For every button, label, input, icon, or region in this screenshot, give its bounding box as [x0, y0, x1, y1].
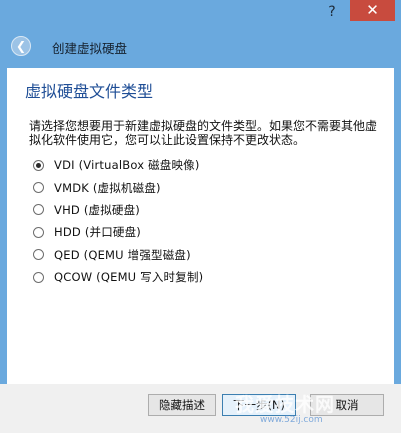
radio-button[interactable]: [33, 271, 44, 283]
option-qcow[interactable]: QCOW (QEMU 写入时复制): [33, 266, 203, 288]
option-vmdk[interactable]: VMDK (虚拟机磁盘): [33, 176, 203, 198]
button-bar: 隐藏描述 下一步(N) 取消: [0, 384, 401, 433]
radio-button[interactable]: [33, 249, 44, 261]
radio-button[interactable]: [33, 204, 44, 216]
option-label: VDI (VirtualBox 磁盘映像): [54, 158, 200, 173]
back-icon[interactable]: ❮: [11, 36, 31, 56]
page-description: 请选择您想要用于新建虚拟硬盘的文件类型。如果您不需要其他虚拟化软件使用它，您可以…: [29, 119, 378, 147]
option-hdd[interactable]: HDD (并口硬盘): [33, 221, 203, 243]
option-qed[interactable]: QED (QEMU 增强型磁盘): [33, 244, 203, 266]
next-button[interactable]: 下一步(N): [222, 394, 296, 416]
hide-description-button[interactable]: 隐藏描述: [148, 394, 216, 416]
content-panel: 虚拟硬盘文件类型 请选择您想要用于新建虚拟硬盘的文件类型。如果您不需要其他虚拟化…: [7, 68, 394, 384]
dialog-window: ? ✕ ❮ 创建虚拟硬盘 虚拟硬盘文件类型 请选择您想要用于新建虚拟硬盘的文件类…: [0, 0, 401, 433]
option-label: VHD (虚拟硬盘): [54, 202, 140, 217]
close-button[interactable]: ✕: [350, 0, 395, 21]
help-button[interactable]: ?: [319, 2, 345, 22]
cancel-button[interactable]: 取消: [310, 394, 384, 416]
option-label: QED (QEMU 增强型磁盘): [54, 247, 191, 262]
title-bar: ? ✕: [0, 0, 401, 30]
option-vdi[interactable]: VDI (VirtualBox 磁盘映像): [33, 154, 203, 176]
option-label: QCOW (QEMU 写入时复制): [54, 270, 204, 285]
radio-button[interactable]: [33, 226, 44, 238]
option-label: VMDK (虚拟机磁盘): [54, 180, 161, 195]
wizard-title: 创建虚拟硬盘: [52, 41, 128, 56]
disk-type-options: VDI (VirtualBox 磁盘映像) VMDK (虚拟机磁盘) VHD (…: [33, 154, 203, 288]
option-label: HDD (并口硬盘): [54, 225, 141, 240]
option-vhd[interactable]: VHD (虚拟硬盘): [33, 199, 203, 221]
wizard-header: ❮ 创建虚拟硬盘: [0, 30, 401, 64]
radio-button-checked[interactable]: [33, 159, 44, 171]
radio-button[interactable]: [33, 182, 44, 194]
page-title: 虚拟硬盘文件类型: [25, 82, 154, 101]
